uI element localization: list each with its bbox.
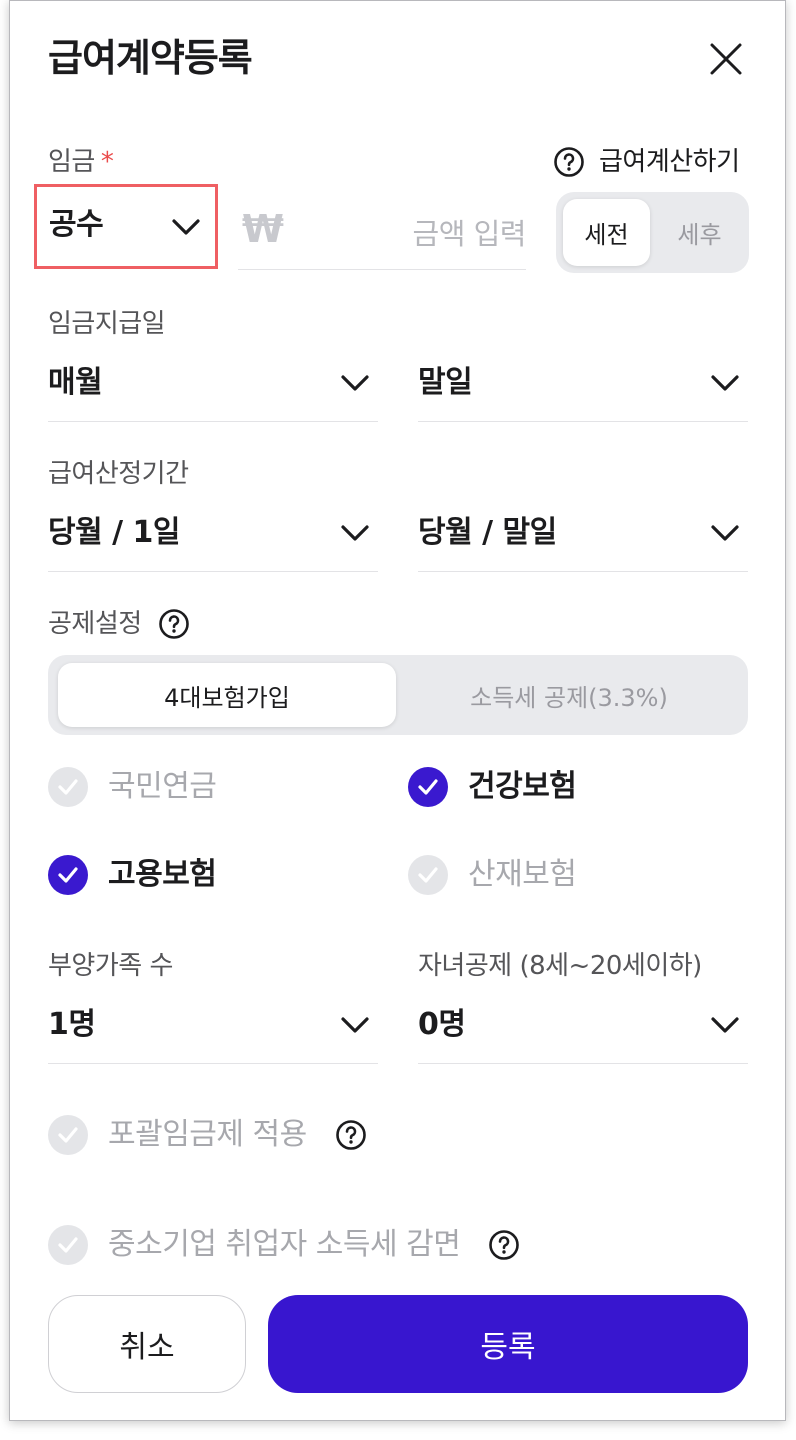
checkbox-health[interactable]: 건강보험 [408,767,577,807]
wage-type-value: 공수 [49,207,104,242]
chevron-down-icon [341,525,369,541]
chevron-down-icon [172,219,200,235]
children-value: 0명 [418,1007,466,1042]
checkbox-inclusive-wage[interactable] [48,1115,88,1155]
submit-button[interactable]: 등록 [268,1295,748,1393]
close-icon[interactable] [706,39,746,79]
checkbox-label: 중소기업 취업자 소득세 감면 [108,1227,461,1262]
underline [418,1063,748,1064]
checkbox-label: 국민연금 [108,769,217,804]
chevron-down-icon [711,1017,739,1033]
dependents-label: 부양가족 수 [48,951,173,981]
won-icon: ₩ [242,207,284,251]
checkbox-icon [48,767,88,807]
chevron-down-icon [341,375,369,391]
cancel-button[interactable]: 취소 [48,1295,246,1393]
checkbox-label: 고용보험 [108,857,217,892]
period-start-select[interactable]: 당월 / 1일 [48,511,378,573]
amount-placeholder: 금액 입력 [412,217,527,251]
salary-calc-label: 급여계산하기 [599,147,740,177]
chevron-down-icon [711,375,739,391]
contract-dialog: 급여계약등록 임금 * 급여계산하기 공수 ₩ 금액 입력 세전 세후 임금지급일… [9,0,786,1421]
underline [48,571,378,572]
tax-toggle: 세전 세후 [556,192,749,273]
help-icon[interactable] [335,1119,367,1151]
underline [418,571,748,572]
help-icon [554,147,584,177]
underline [418,421,748,422]
pay-cycle-value: 매월 [48,365,103,400]
underline [48,1063,378,1064]
help-icon[interactable] [158,608,190,640]
checkbox-employment[interactable]: 고용보험 [48,855,217,895]
calc-period-label: 급여산정기간 [48,459,189,489]
wage-type-select[interactable]: 공수 [34,184,218,269]
pay-day-label: 임금지급일 [48,309,166,339]
deduction-toggle: 4대보험가입 소득세 공제(3.3%) [48,655,748,735]
salary-calc-link[interactable]: 급여계산하기 [553,145,740,179]
checkbox-industrial[interactable]: 산재보험 [408,855,577,895]
checkbox-sme-tax-row: 중소기업 취업자 소득세 감면 [48,1225,520,1265]
pay-day-select[interactable]: 말일 [418,361,748,423]
deduction-option-income-tax[interactable]: 소득세 공제(3.3%) [400,663,738,727]
deduction-option-insurance[interactable]: 4대보험가입 [58,663,396,727]
checkbox-sme-tax-relief[interactable] [48,1225,88,1265]
dialog-title: 급여계약등록 [48,36,253,80]
pay-day-value: 말일 [418,365,473,400]
chevron-down-icon [341,1017,369,1033]
pay-cycle-select[interactable]: 매월 [48,361,378,423]
tax-option-posttax[interactable]: 세후 [656,199,743,266]
amount-field[interactable]: ₩ 금액 입력 [238,197,527,271]
checkbox-pension[interactable]: 국민연금 [48,767,217,807]
wage-label-text: 임금 [48,147,95,177]
deduction-label: 공제설정 [48,609,142,639]
period-end-value: 당월 / 말일 [418,515,557,550]
amount-underline [238,269,526,270]
checkbox-icon [408,855,448,895]
children-select[interactable]: 0명 [418,1003,748,1065]
required-mark: * [100,147,114,177]
dependents-select[interactable]: 1명 [48,1003,378,1065]
period-end-select[interactable]: 당월 / 말일 [418,511,748,573]
checkbox-inclusive-wage-row: 포괄임금제 적용 [48,1115,367,1155]
deduction-label-row: 공제설정 [48,607,190,641]
wage-label: 임금 * [48,145,114,179]
dependents-value: 1명 [48,1007,96,1042]
period-start-value: 당월 / 1일 [48,515,181,550]
checkbox-label: 건강보험 [468,769,577,804]
checkbox-label: 산재보험 [468,857,577,892]
tax-option-pretax[interactable]: 세전 [563,199,650,266]
underline [48,421,378,422]
help-icon[interactable] [488,1229,520,1261]
children-label: 자녀공제 (8세~20세이하) [418,951,702,981]
checkbox-icon [408,767,448,807]
chevron-down-icon [711,525,739,541]
checkbox-icon [48,855,88,895]
checkbox-label: 포괄임금제 적용 [108,1117,307,1152]
